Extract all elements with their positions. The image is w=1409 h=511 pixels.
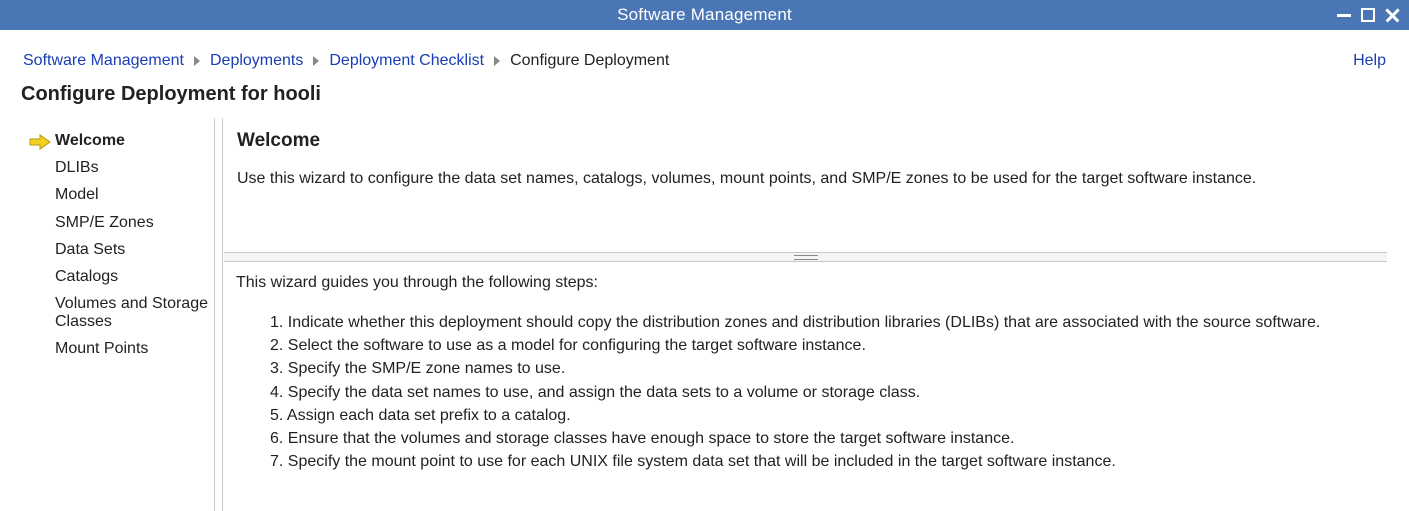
list-item: 7. Specify the mount point to use for ea…: [270, 453, 1116, 471]
list-item: 2. Select the software to use as a model…: [270, 337, 866, 355]
step-model[interactable]: Model: [55, 186, 99, 204]
welcome-heading: Welcome: [237, 130, 321, 151]
guide-intro: This wizard guides you through the follo…: [236, 274, 598, 291]
window-title: Software Management: [617, 5, 792, 24]
list-item: 1. Indicate whether this deployment shou…: [270, 314, 1321, 331]
step-welcome[interactable]: Welcome: [55, 132, 125, 150]
breadcrumb-current: Configure Deployment: [510, 52, 670, 69]
maximize-icon[interactable]: [1359, 6, 1377, 24]
page-title: Configure Deployment for hooli: [21, 83, 321, 105]
welcome-description: Use this wizard to configure the data se…: [237, 170, 1257, 187]
breadcrumb-deployments[interactable]: Deployments: [210, 52, 303, 70]
breadcrumb-deployment-checklist[interactable]: Deployment Checklist: [329, 52, 484, 70]
step-data-sets[interactable]: Data Sets: [55, 241, 125, 259]
arrow-right-icon: [29, 134, 51, 150]
list-item: 5. Assign each data set prefix to a cata…: [270, 406, 571, 424]
nav-divider-inner: [222, 118, 223, 511]
panel-splitter[interactable]: [224, 252, 1387, 262]
step-catalogs[interactable]: Catalogs: [55, 268, 118, 286]
help-link[interactable]: Help: [1353, 52, 1386, 70]
breadcrumb-software-management[interactable]: Software Management: [23, 52, 184, 70]
welcome-panel: Welcome Use this wizard to configure the…: [224, 118, 1387, 252]
step-smpe-zones[interactable]: SMP/E Zones: [55, 214, 154, 232]
steps-nav: Welcome DLIBs Model SMP/E Zones Data Set…: [0, 118, 223, 511]
window-titlebar: Software Management: [0, 0, 1409, 30]
guide-panel: This wizard guides you through the follo…: [224, 262, 1387, 511]
list-item: 6. Ensure that the volumes and storage c…: [270, 429, 1015, 447]
chevron-right-icon: [193, 56, 200, 66]
guide-steps-list: 1. Indicate whether this deployment shou…: [270, 311, 1320, 473]
list-item: 4. Specify the data set names to use, an…: [270, 383, 921, 401]
chevron-right-icon: [494, 56, 501, 66]
step-volumes-storage-classes[interactable]: Volumes and Storage Classes: [55, 295, 215, 331]
list-item: 3. Specify the SMP/E zone names to use.: [270, 360, 566, 378]
close-icon[interactable]: [1383, 6, 1401, 24]
chevron-right-icon: [313, 56, 320, 66]
splitter-grip-icon[interactable]: [794, 255, 818, 260]
nav-divider: [214, 118, 215, 511]
step-dlibs[interactable]: DLIBs: [55, 159, 99, 177]
minimize-icon[interactable]: [1335, 6, 1353, 24]
step-mount-points[interactable]: Mount Points: [55, 340, 148, 358]
breadcrumb: Software Management Deployments Deployme…: [23, 52, 669, 70]
window-controls: [1335, 5, 1401, 25]
